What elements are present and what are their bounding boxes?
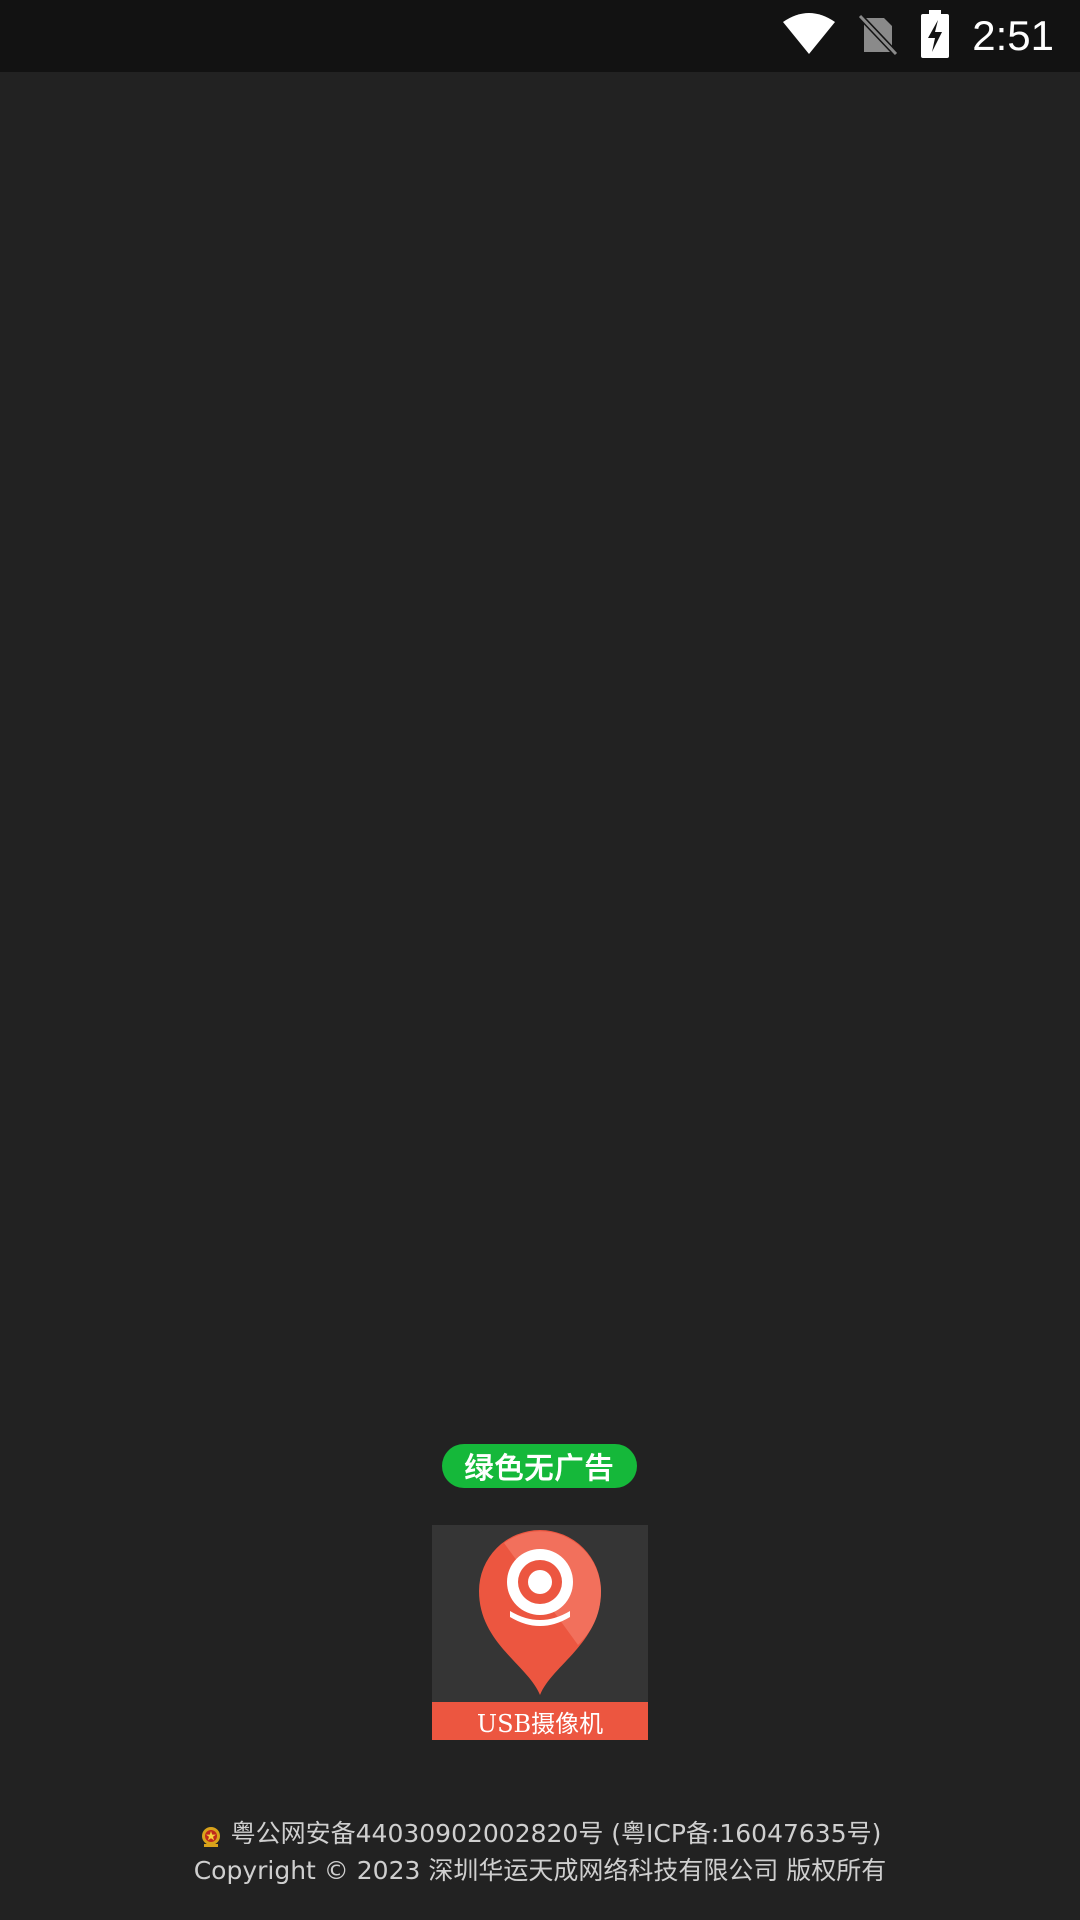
status-time: 2:51 (972, 12, 1054, 59)
app-logo: USB摄像机 (432, 1525, 648, 1740)
copyright-text: Copyright © 2023 深圳华运天成网络科技有限公司 版权所有 (193, 1856, 887, 1885)
app-name-label: USB摄像机 (432, 1702, 648, 1740)
police-record-row: 粤公网安备44030902002820号 (粤ICP备:16047635号) (0, 1815, 1080, 1852)
police-record-text: 粤公网安备44030902002820号 (粤ICP备:16047635号) (230, 1819, 882, 1848)
splash-screen: 2:51 绿色无广告 USB摄像机 粤公网安备44030902002820号 (… (0, 0, 1080, 1920)
status-icons: 2:51 (782, 10, 1054, 62)
footer: 粤公网安备44030902002820号 (粤ICP备:16047635号) C… (0, 1815, 1080, 1889)
status-bar: 2:51 (0, 0, 1080, 72)
police-emblem-icon (199, 1822, 223, 1847)
no-sim-icon (858, 12, 899, 60)
webcam-pin-icon (479, 1530, 601, 1695)
no-ads-badge: 绿色无广告 (442, 1444, 637, 1488)
battery-charging-icon (920, 10, 950, 62)
wifi-icon (782, 12, 836, 60)
